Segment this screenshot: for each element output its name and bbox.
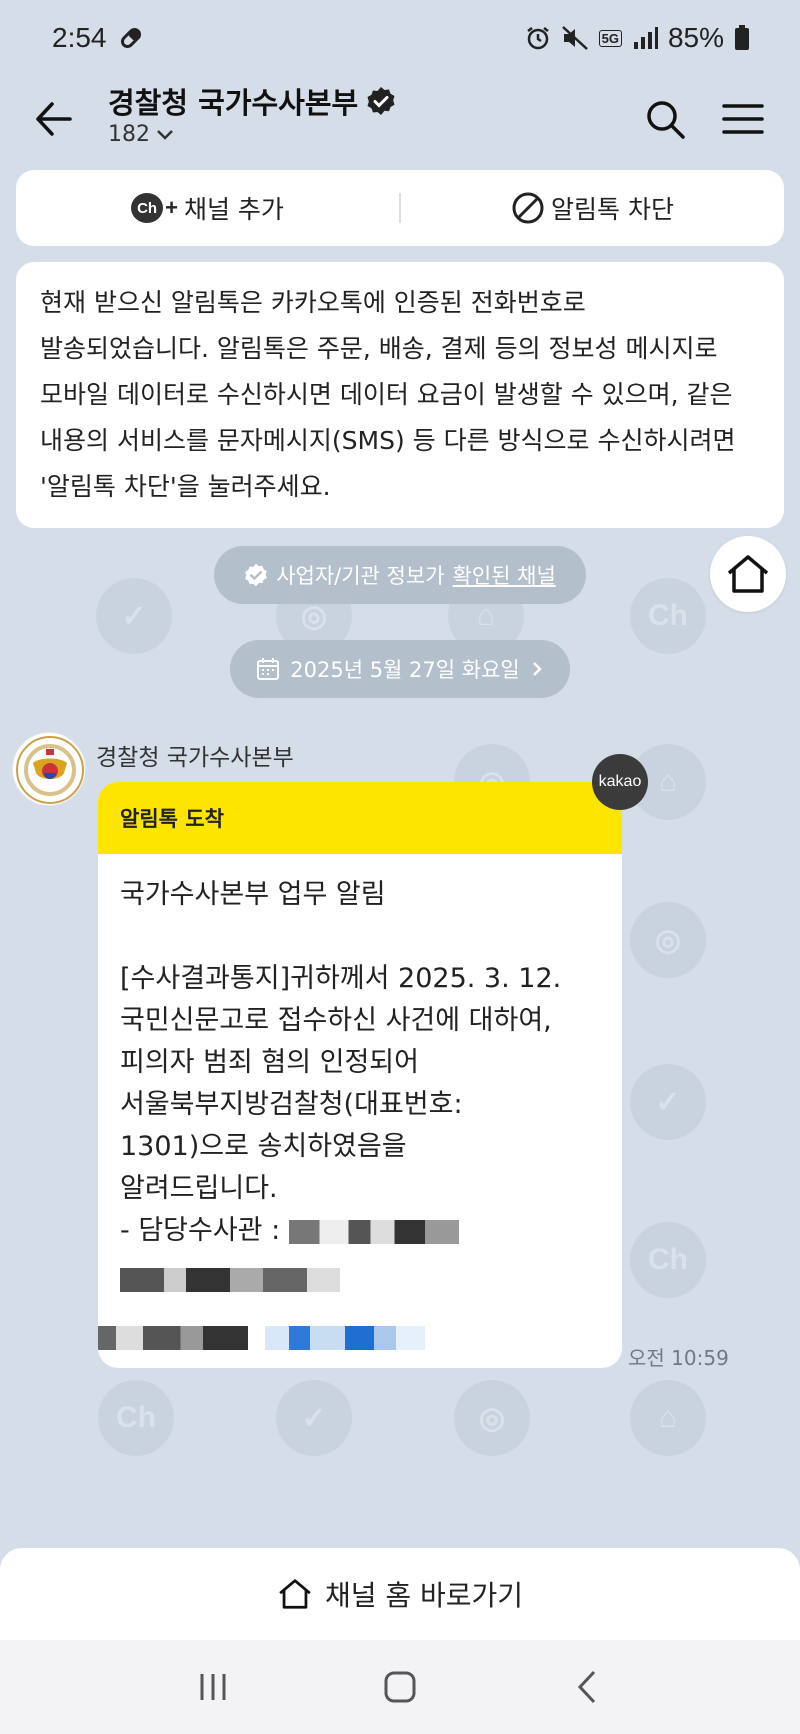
search-icon bbox=[647, 101, 685, 139]
ch-watermark-icon: Ch bbox=[630, 1222, 706, 1298]
back-button[interactable] bbox=[30, 94, 80, 144]
message-line-redacted bbox=[98, 1316, 600, 1358]
verified-badge-icon bbox=[367, 87, 395, 115]
redacted-block bbox=[288, 1219, 459, 1244]
alimtalk-message-bubble[interactable]: 알림톡 도착 국가수사본부 업무 알림 [수사결과통지]귀하께서 2025. 3… bbox=[98, 782, 622, 1368]
chevron-left-icon bbox=[577, 1670, 595, 1704]
channel-name: 경찰청 국가수사본부 bbox=[108, 86, 359, 120]
bank-watermark-icon: ⌂ bbox=[630, 1380, 706, 1456]
globe-watermark-icon: ◎ bbox=[454, 1380, 530, 1456]
battery-icon bbox=[735, 25, 749, 50]
status-time: 2:54 bbox=[52, 22, 107, 53]
recent-apps-button[interactable] bbox=[183, 1657, 243, 1717]
back-nav-button[interactable] bbox=[557, 1657, 617, 1717]
channel-action-bar: Ch + 채널 추가 알림톡 차단 bbox=[16, 170, 784, 246]
battery-percent: 85% bbox=[667, 22, 724, 53]
search-button[interactable] bbox=[640, 94, 690, 144]
message-line-redacted bbox=[120, 1258, 600, 1300]
link-icon bbox=[120, 27, 141, 49]
network-badge: 5G bbox=[598, 29, 622, 47]
arrow-left-icon bbox=[36, 102, 72, 136]
message-line: 서울북부지방검찰청(대표번호: bbox=[120, 1089, 463, 1120]
sender-name: 경찰청 국가수사본부 bbox=[96, 745, 294, 771]
add-channel-label: 채널 추가 bbox=[183, 195, 284, 224]
block-icon bbox=[512, 192, 544, 224]
redacted-block bbox=[120, 1267, 340, 1292]
hamburger-icon bbox=[722, 104, 764, 134]
ch-watermark-icon: Ch bbox=[98, 1380, 174, 1456]
message-header: 알림톡 도착 bbox=[98, 782, 622, 854]
block-label: 알림톡 차단 bbox=[551, 195, 674, 224]
message-line: 국민신문고로 접수하신 사건에 대하여, bbox=[120, 1005, 552, 1036]
officer-label: - 담당수사관 : bbox=[120, 1215, 289, 1246]
channel-title[interactable]: 경찰청 국가수사본부 bbox=[108, 80, 396, 122]
status-left: 2:54 bbox=[52, 22, 145, 54]
date-divider[interactable]: 2025년 5월 27일 화요일 bbox=[230, 640, 570, 698]
channel-home-button[interactable]: 채널 홈 바로가기 bbox=[0, 1548, 800, 1640]
chevron-right-icon bbox=[532, 662, 542, 676]
status-bar: 2:54 5G 85% bbox=[0, 0, 800, 76]
ch-icon: Ch bbox=[131, 193, 164, 223]
verified-watermark-icon: ✓ bbox=[276, 1380, 352, 1456]
channel-home-label: 채널 홈 바로가기 bbox=[324, 1579, 524, 1612]
menu-button[interactable] bbox=[718, 94, 768, 144]
kakao-badge: kakao bbox=[592, 754, 648, 810]
police-emblem-icon bbox=[16, 736, 84, 804]
home-nav-button[interactable] bbox=[370, 1657, 430, 1717]
channel-home-fab[interactable] bbox=[710, 536, 786, 612]
system-nav-bar bbox=[0, 1640, 800, 1734]
message-body: 국가수사본부 업무 알림 [수사결과통지]귀하께서 2025. 3. 12. 국… bbox=[98, 854, 622, 1368]
redacted-link bbox=[264, 1325, 425, 1350]
subscriber-count: 182 bbox=[108, 122, 150, 147]
plus-icon: + bbox=[165, 195, 178, 220]
message-line bbox=[120, 916, 600, 958]
verified-watermark-icon: ✓ bbox=[630, 1064, 706, 1140]
subscriber-count-toggle[interactable]: 182 bbox=[108, 122, 174, 147]
signal-icon bbox=[633, 27, 658, 49]
alimtalk-notice: 현재 받으신 알림톡은 카카오톡에 인증된 전화번호로 발송되었습니다. 알림톡… bbox=[16, 262, 784, 528]
verified-check-icon bbox=[245, 563, 268, 587]
message-time: 오전 10:59 bbox=[628, 1346, 729, 1370]
message-line: 알려드립니다. bbox=[120, 1173, 278, 1204]
block-alimtalk-button[interactable]: 알림톡 차단 bbox=[401, 170, 784, 246]
message-line: 국가수사본부 업무 알림 bbox=[120, 879, 386, 910]
sender-avatar[interactable] bbox=[12, 732, 86, 806]
message-line: 1301)으로 송치하였음을 bbox=[120, 1131, 407, 1162]
mute-icon bbox=[561, 26, 588, 50]
message-line-officer: - 담당수사관 : bbox=[120, 1210, 600, 1252]
verified-watermark-icon: ✓ bbox=[96, 578, 172, 654]
home-icon bbox=[727, 555, 769, 593]
status-right: 5G 85% bbox=[525, 22, 750, 54]
verified-channel-pill: 사업자/기관 정보가 확인된 채널 bbox=[214, 546, 586, 604]
ch-watermark-icon: Ch bbox=[630, 578, 706, 654]
date-label: 2025년 5월 27일 화요일 bbox=[290, 658, 520, 682]
verified-channel-link[interactable]: 확인된 채널 bbox=[453, 560, 556, 590]
chevron-down-icon bbox=[157, 129, 173, 140]
message-line: 피의자 범죄 혐의 인정되어 bbox=[120, 1047, 419, 1078]
message-line: [수사결과통지]귀하께서 2025. 3. 12. bbox=[120, 963, 562, 994]
redacted-block bbox=[98, 1325, 248, 1350]
calendar-icon bbox=[257, 658, 280, 680]
add-channel-button[interactable]: Ch + 채널 추가 bbox=[16, 170, 399, 246]
channel-header: 경찰청 국가수사본부 182 bbox=[0, 76, 800, 166]
verified-prefix: 사업자/기관 정보가 bbox=[276, 564, 445, 588]
home-square-icon bbox=[384, 1671, 416, 1703]
globe-watermark-icon: ◎ bbox=[630, 902, 706, 978]
alarm-icon bbox=[526, 27, 549, 50]
home-icon bbox=[279, 1579, 311, 1609]
recent-apps-icon bbox=[200, 1674, 226, 1700]
